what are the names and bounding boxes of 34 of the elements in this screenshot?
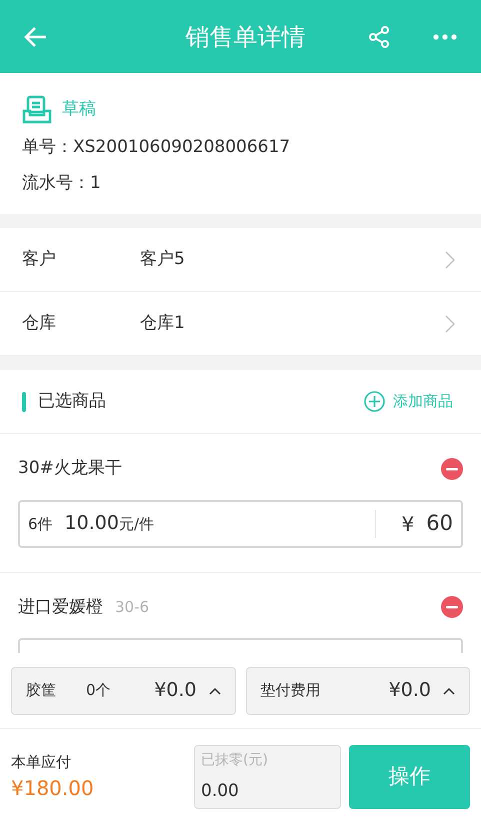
- section-marker: [22, 392, 26, 412]
- caret-up-icon: [208, 686, 220, 694]
- unit-price-text: 10.00元/件: [64, 511, 154, 536]
- total-label: 本单应付: [11, 752, 72, 773]
- currency-text: ¥: [402, 510, 414, 538]
- product-name: 30#火龙果干: [18, 457, 122, 480]
- field-value: 客户5: [140, 248, 186, 271]
- remove-icon[interactable]: [441, 596, 463, 618]
- product-spec: 30-6: [115, 596, 150, 618]
- info-line: 单号：XS200106090208006617: [22, 136, 292, 159]
- add-icon: [364, 391, 385, 412]
- remove-icon[interactable]: [441, 458, 463, 480]
- info-line: 流水号：1: [22, 172, 102, 194]
- field-label: 仓库: [22, 312, 57, 335]
- select-row[interactable]: 客户 客户5: [0, 228, 481, 292]
- share-icon[interactable]: [367, 24, 391, 48]
- chevron-right-icon: [445, 250, 455, 268]
- discount-field[interactable]: 已抹零(元) 0.00: [194, 745, 341, 809]
- status-label: 草稿: [62, 98, 96, 122]
- quantity-text: 6件: [28, 514, 53, 536]
- field-value: 仓库1: [140, 312, 186, 335]
- chevron-right-icon: [445, 314, 455, 332]
- fee-dropdown[interactable]: 垫付费用 ¥0.0: [246, 666, 470, 714]
- total-amount: ¥180.00: [11, 775, 95, 802]
- back-arrow-icon[interactable]: [24, 26, 48, 48]
- field-label: 客户: [22, 248, 57, 271]
- caret-up-icon: [443, 686, 455, 694]
- amount-text: 60: [426, 510, 453, 537]
- fee-dropdown[interactable]: 胶筐 0个 ¥0.0: [11, 666, 236, 714]
- draft-tray-icon: [22, 95, 52, 125]
- page-title: 销售单详情: [186, 22, 306, 52]
- section-title: 已选商品: [38, 390, 106, 413]
- more-icon[interactable]: [433, 34, 457, 40]
- product-name: 进口爱媛橙: [18, 596, 103, 618]
